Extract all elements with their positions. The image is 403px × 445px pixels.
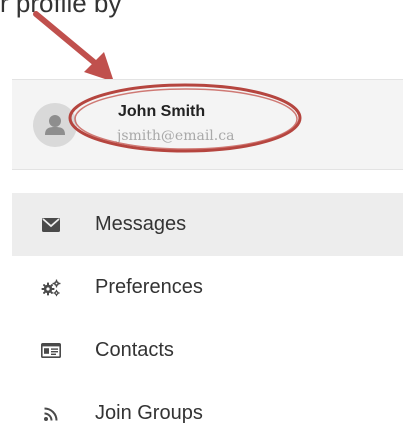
menu-item-messages[interactable]: Messages (12, 193, 403, 256)
user-icon (45, 115, 65, 135)
menu-item-preferences[interactable]: Preferences (12, 256, 403, 319)
contact-card-icon (39, 341, 63, 361)
menu-item-label: Contacts (95, 339, 174, 361)
cropped-instruction-text: r profile by (0, 0, 122, 18)
menu-item-join-groups[interactable]: Join Groups (12, 382, 403, 445)
menu-item-label: Preferences (95, 276, 203, 298)
sidebar-menu: Messages Preferences Contacts Join Group… (12, 193, 403, 445)
envelope-icon (39, 215, 63, 235)
menu-item-label: Messages (95, 213, 187, 235)
user-name: John Smith (118, 103, 206, 120)
menu-item-label: Join Groups (95, 402, 203, 424)
menu-item-contacts[interactable]: Contacts (12, 319, 403, 382)
user-email: jsmith@email.ca (117, 128, 235, 144)
user-profile-panel[interactable]: John Smith jsmith@email.ca (12, 79, 403, 170)
rss-icon (39, 404, 63, 424)
avatar[interactable] (33, 103, 77, 147)
gears-icon (39, 278, 63, 298)
